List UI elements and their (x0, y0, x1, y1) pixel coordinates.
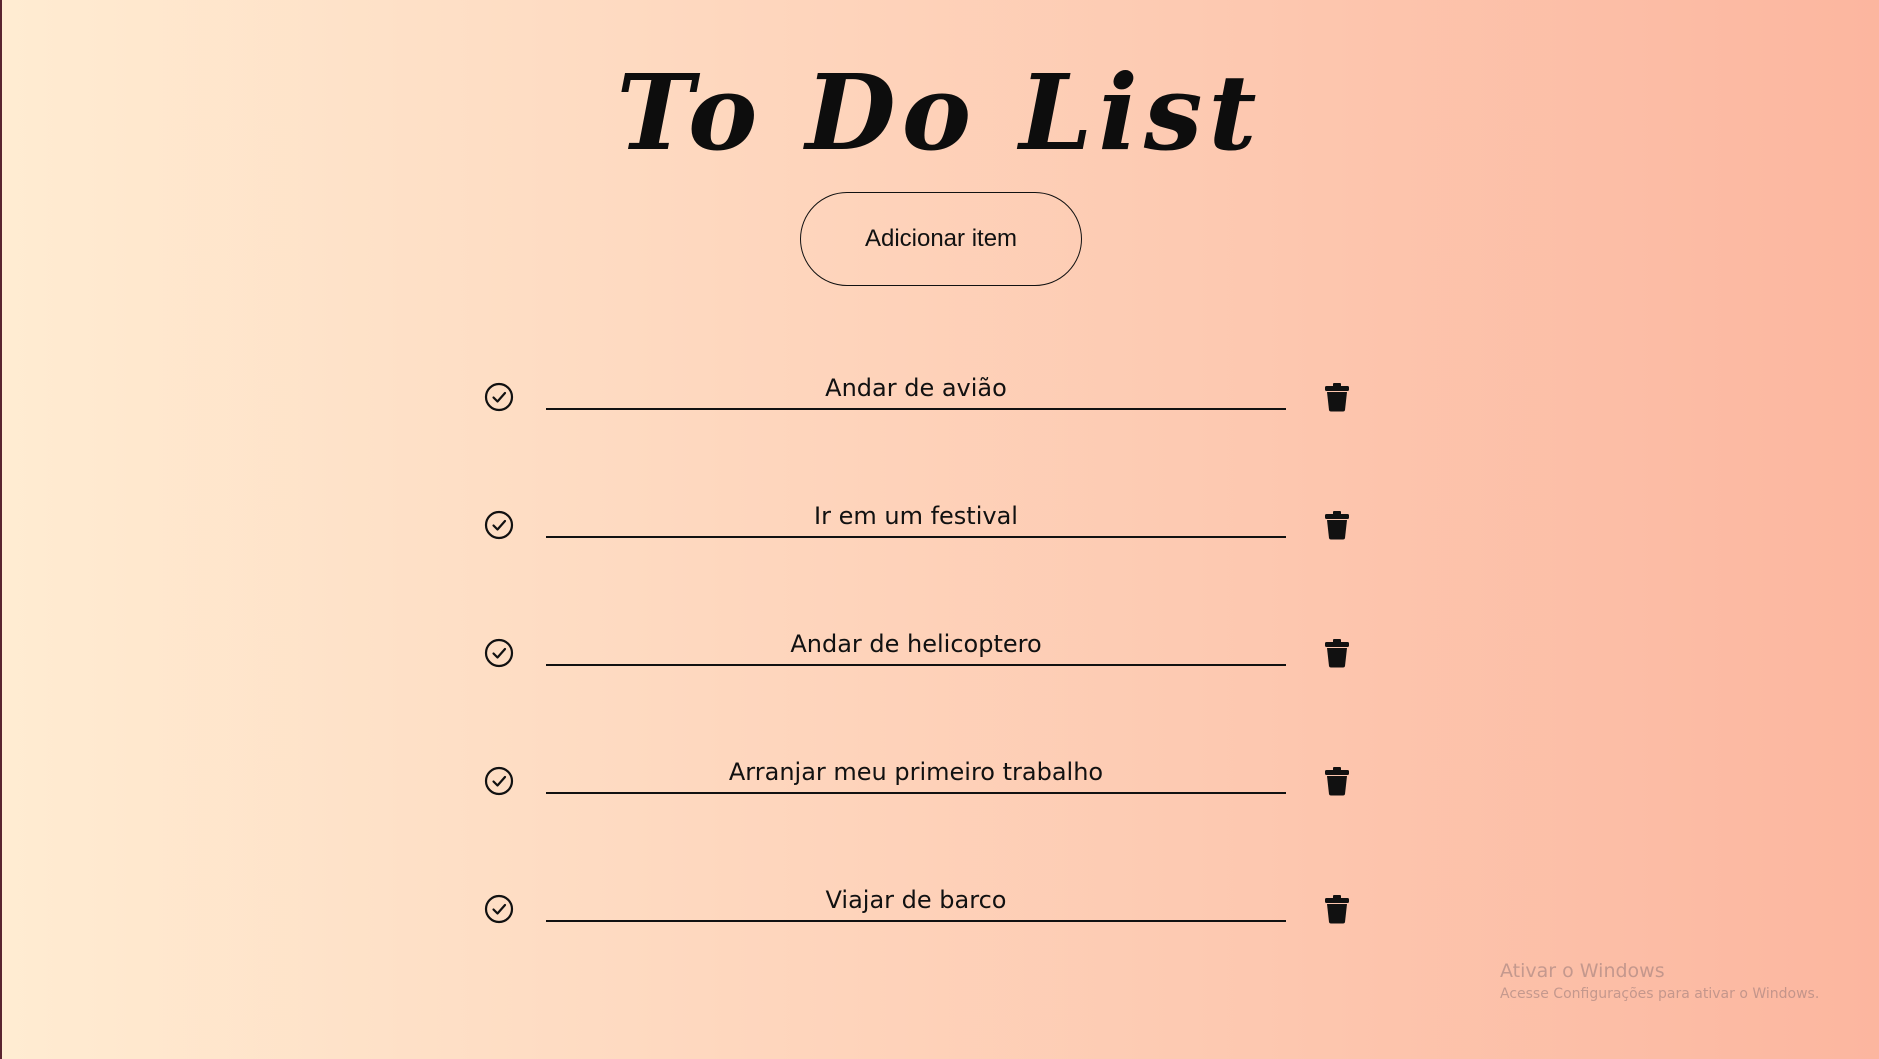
watermark-title: Ativar o Windows (1500, 960, 1665, 982)
todo-item (480, 496, 1360, 556)
todo-item (480, 368, 1360, 428)
delete-item-button[interactable] (1320, 636, 1354, 670)
check-circle-icon (484, 638, 514, 668)
todo-item-input[interactable] (546, 752, 1286, 794)
todo-item-input[interactable] (546, 368, 1286, 410)
trash-icon (1325, 511, 1349, 540)
todo-item-input[interactable] (546, 496, 1286, 538)
trash-icon (1325, 383, 1349, 412)
check-circle-icon (484, 382, 514, 412)
todo-item (480, 624, 1360, 684)
add-item-button[interactable]: Adicionar item (800, 192, 1082, 286)
trash-icon (1325, 895, 1349, 924)
windows-activation-watermark: Ativar o Windows Acesse Configurações pa… (1500, 958, 1819, 1004)
watermark-subtitle: Acesse Configurações para ativar o Windo… (1500, 986, 1820, 1002)
complete-item-button[interactable] (482, 764, 516, 798)
todo-item-input[interactable] (546, 880, 1286, 922)
page-title: To Do List (616, 51, 1263, 174)
delete-item-button[interactable] (1320, 508, 1354, 542)
trash-icon (1325, 639, 1349, 668)
complete-item-button[interactable] (482, 636, 516, 670)
todo-item (480, 752, 1360, 812)
delete-item-button[interactable] (1320, 380, 1354, 414)
complete-item-button[interactable] (482, 380, 516, 414)
delete-item-button[interactable] (1320, 892, 1354, 926)
trash-icon (1325, 767, 1349, 796)
delete-item-button[interactable] (1320, 764, 1354, 798)
check-circle-icon (484, 766, 514, 796)
todo-item (480, 880, 1360, 940)
complete-item-button[interactable] (482, 892, 516, 926)
complete-item-button[interactable] (482, 508, 516, 542)
check-circle-icon (484, 510, 514, 540)
check-circle-icon (484, 894, 514, 924)
todo-item-input[interactable] (546, 624, 1286, 666)
